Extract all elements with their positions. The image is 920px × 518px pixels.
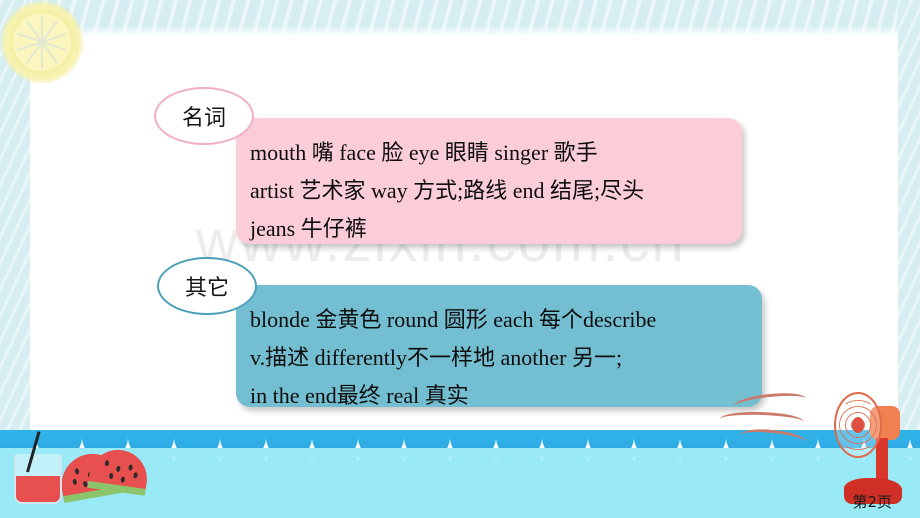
watermelon-seed bbox=[108, 472, 114, 480]
lemon-inner bbox=[13, 13, 71, 71]
fan-head bbox=[834, 392, 882, 458]
section-label-text: 其它 bbox=[184, 276, 229, 301]
wave-scallop bbox=[358, 448, 404, 478]
slide-canvas: www.zixin.com.cn 名词 mouth 嘴 face 脸 eye 眼… bbox=[0, 0, 920, 518]
watermelon-seed bbox=[120, 476, 126, 483]
top-border-band bbox=[0, 0, 920, 36]
vocab-line: v.描述 differently不一样地 another 另一; bbox=[250, 345, 623, 370]
vocab-box-others: blonde 金黄色 round 圆形 each 每个describe v.描述… bbox=[236, 285, 762, 408]
watermelon-seed bbox=[128, 464, 133, 471]
watermelon-seed bbox=[115, 465, 121, 473]
page-number: 第2页 bbox=[852, 493, 892, 511]
watermelon-seed bbox=[72, 478, 78, 486]
wave-scallop bbox=[450, 448, 496, 478]
wave-scallop bbox=[542, 448, 588, 478]
section-label-text: 名词 bbox=[181, 106, 226, 131]
wave-scallop bbox=[404, 448, 450, 478]
wave-scallop bbox=[910, 448, 920, 478]
lemon-slice-icon bbox=[4, 4, 80, 80]
electric-fan-icon bbox=[719, 386, 902, 504]
watermelon-seed bbox=[104, 460, 110, 467]
band-texture bbox=[898, 0, 920, 440]
vocab-line: jeans 牛仔裤 bbox=[250, 216, 367, 241]
wave-scallop bbox=[588, 448, 634, 478]
vocab-line: in the end最终 real 真实 bbox=[250, 383, 469, 408]
right-border-band bbox=[898, 0, 920, 440]
watermelon-seed bbox=[133, 472, 138, 479]
band-texture bbox=[0, 0, 920, 36]
juice-glass-icon bbox=[14, 454, 62, 504]
wave-scallop bbox=[496, 448, 542, 478]
wave-scallop bbox=[174, 448, 220, 478]
vocab-box-nouns: mouth 嘴 face 脸 eye 眼睛 singer 歌手 artist 艺… bbox=[236, 118, 742, 244]
wave-scallop bbox=[726, 448, 772, 478]
wave-scallop bbox=[680, 448, 726, 478]
vocab-line: mouth 嘴 face 脸 eye 眼睛 singer 歌手 bbox=[250, 140, 598, 165]
fan-hub bbox=[852, 417, 864, 433]
section-label-others: 其它 bbox=[157, 257, 257, 315]
fruit-decoration-group bbox=[8, 426, 151, 512]
wave-scallop bbox=[312, 448, 358, 478]
wave-scallop bbox=[220, 448, 266, 478]
juice-fill bbox=[16, 476, 60, 502]
section-label-nouns: 名词 bbox=[154, 87, 254, 145]
vocab-line: blonde 金黄色 round 圆形 each 每个describe bbox=[250, 307, 657, 332]
wave-scallop bbox=[634, 448, 680, 478]
vocab-line: artist 艺术家 way 方式;路线 end 结尾;尽头 bbox=[250, 178, 645, 203]
fan-neck bbox=[876, 438, 888, 480]
wave-scallop bbox=[266, 448, 312, 478]
watermelon-seed bbox=[74, 468, 80, 475]
